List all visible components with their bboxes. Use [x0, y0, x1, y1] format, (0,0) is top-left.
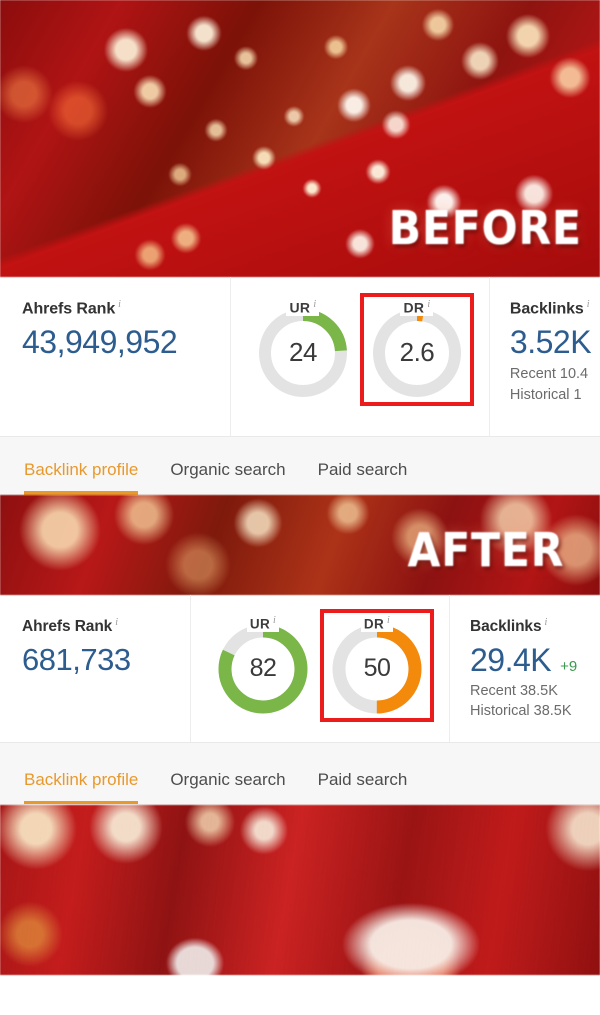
ur-label: UR i: [286, 299, 320, 316]
ur-donut: 82: [214, 620, 312, 718]
ur-donut: 24: [254, 304, 352, 402]
backlinks-recent: Recent 10.4: [509, 366, 589, 383]
tab-backlink-profile[interactable]: Backlink profile: [24, 460, 156, 495]
backlinks-recent: Recent 38.5K: [470, 683, 558, 700]
ahrefs-rank-label-text: Ahrefs Rank: [22, 618, 113, 636]
dr-label: DR i: [360, 615, 394, 632]
info-icon[interactable]: i: [387, 615, 390, 626]
ur-gauge-after[interactable]: UR i 82: [206, 609, 320, 722]
info-icon[interactable]: i: [115, 617, 118, 628]
backlinks-label-text: Backlinks: [509, 300, 584, 318]
info-icon[interactable]: i: [427, 299, 430, 310]
ur-gauge-before[interactable]: UR i 24: [246, 293, 360, 406]
background-photo-mid: AFTER: [0, 495, 600, 595]
ahrefs-rank-cell-before: Ahrefs Rank i 43,949,952: [0, 277, 230, 436]
backlinks-delta: +9: [560, 658, 578, 676]
dr-value: 2.6: [399, 337, 435, 368]
background-photo-bottom: [0, 805, 600, 975]
info-icon[interactable]: i: [544, 617, 547, 628]
tab-paid-search[interactable]: Paid search: [318, 770, 426, 804]
backlinks-label: Backlinks i: [470, 617, 600, 636]
ahrefs-rank-cell-after: Ahrefs Rank i 681,733: [0, 595, 190, 742]
backlinks-historical: Historical 1: [509, 387, 582, 404]
ur-label: UR i: [246, 615, 280, 632]
ur-label-text: UR: [289, 299, 311, 316]
tabbar-before: Backlink profile Organic search Paid sea…: [0, 437, 600, 495]
comparison-page: BEFORE Ahrefs Ranki 43,949,952 URi 24: [0, 0, 600, 1015]
metrics-card-after: Ahrefs Rank i 681,733 UR i 82 DR i 50 Ba…: [0, 595, 600, 743]
tab-organic-search[interactable]: Organic search: [170, 770, 303, 804]
after-label: AFTER: [407, 523, 564, 577]
backlinks-cell-after: Backlinks i 29.4K +9 Recent 38.5K Histori…: [450, 595, 600, 742]
dr-donut: 2.6: [368, 304, 466, 402]
backlinks-value: 29.4K: [470, 642, 552, 679]
backlinks-label: Backlinks i: [510, 299, 600, 318]
ahrefs-rank-label: Ahrefs Rank i: [22, 617, 190, 636]
metrics-card-before: Ahrefs Rank i 43,949,952 UR i 24 DR i 2.…: [0, 277, 600, 437]
ahrefs-rank-label-text: Ahrefs Rank: [22, 300, 116, 318]
before-label: BEFORE: [388, 201, 582, 255]
dr-donut: 50: [328, 620, 426, 718]
dr-value: 50: [363, 654, 391, 682]
background-photo-top: BEFORE: [0, 0, 600, 277]
gauges-cell-before: UR i 24 DR i 2.6: [230, 277, 490, 436]
ahrefs-rank-value: 43,949,952: [22, 324, 178, 361]
dr-gauge-before[interactable]: DR i 2.6: [359, 293, 474, 406]
dr-label-text: DR: [403, 299, 425, 316]
gauges-cell-after: UR i 82 DR i 50: [190, 595, 450, 742]
tab-backlink-profile[interactable]: Backlink profile: [24, 770, 156, 804]
tab-organic-search[interactable]: Organic search: [170, 460, 303, 494]
ur-value: 24: [288, 337, 317, 368]
ur-value: 82: [249, 654, 277, 682]
info-icon[interactable]: i: [118, 299, 121, 310]
backlinks-value: 3.52K: [509, 324, 592, 361]
info-icon[interactable]: i: [587, 299, 590, 310]
backlinks-label-text: Backlinks: [470, 618, 542, 636]
backlinks-historical: Historical 38.5K: [470, 703, 572, 720]
ur-label-text: UR: [249, 616, 270, 632]
info-icon[interactable]: i: [273, 615, 276, 626]
tab-paid-search[interactable]: Paid search: [318, 460, 426, 494]
info-icon[interactable]: i: [313, 299, 316, 310]
tabbar-after: Backlink profile Organic search Paid sea…: [0, 743, 600, 805]
ahrefs-rank-value: 681,733: [22, 642, 131, 678]
dr-label: DR i: [400, 299, 434, 316]
dr-gauge-after[interactable]: DR i 50: [320, 609, 434, 722]
backlinks-value-row: 29.4K +9: [470, 642, 600, 679]
backlinks-value-row: 3.52K: [510, 324, 600, 361]
ahrefs-rank-label: Ahrefs Rank i: [22, 299, 230, 318]
dr-label-text: DR: [363, 616, 384, 632]
backlinks-cell-before: Backlinks i 3.52K Recent 10.4 Historical …: [490, 277, 600, 436]
